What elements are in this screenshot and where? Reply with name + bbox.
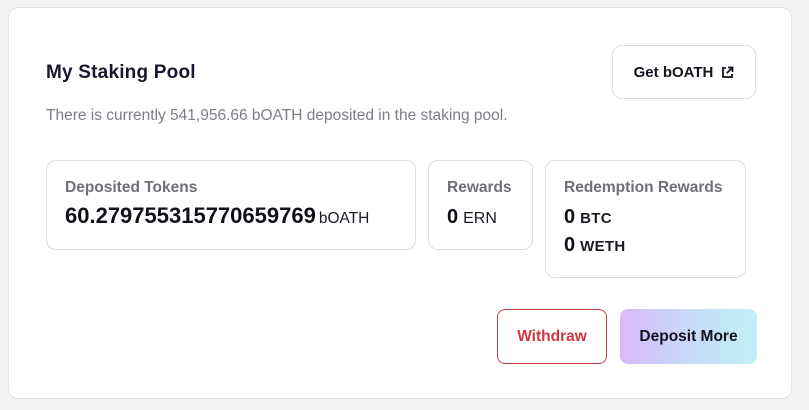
external-link-icon [721, 66, 734, 79]
redemption-reward-row: 0 BTC [564, 206, 612, 229]
page-title: My Staking Pool [46, 62, 196, 83]
deposited-tokens-value: 60.279755315770659769 [65, 203, 316, 228]
redemption-reward-row: 0 WETH [564, 234, 625, 257]
rewards-unit: ERN [463, 210, 497, 227]
redemption-rewards-box: Redemption Rewards 0 BTC 0 WETH [545, 160, 746, 278]
deposited-tokens-unit: bOATH [318, 210, 370, 227]
deposited-tokens-label: Deposited Tokens [65, 179, 198, 196]
redemption-btc-value: 0 [564, 206, 576, 228]
redemption-weth-unit: WETH [580, 238, 626, 255]
get-boath-button[interactable]: Get bOATH [612, 45, 756, 99]
deposited-tokens-row: 60.279755315770659769 bOATH [65, 203, 369, 229]
redemption-weth-value: 0 [564, 234, 576, 256]
deposit-more-button[interactable]: Deposit More [620, 309, 757, 364]
rewards-box: Rewards 0 ERN [428, 160, 533, 250]
rewards-label: Rewards [447, 179, 512, 196]
rewards-row: 0 ERN [447, 206, 497, 229]
withdraw-button[interactable]: Withdraw [497, 309, 607, 364]
get-boath-label: Get bOATH [633, 63, 714, 81]
pool-description: There is currently 541,956.66 bOATH depo… [46, 107, 508, 124]
redemption-rewards-label: Redemption Rewards [564, 179, 723, 196]
deposited-tokens-box: Deposited Tokens 60.279755315770659769 bO… [46, 160, 416, 250]
staking-pool-card: My Staking Pool There is currently 541,9… [8, 7, 792, 399]
redemption-btc-unit: BTC [580, 210, 612, 227]
rewards-value: 0 [447, 206, 459, 228]
